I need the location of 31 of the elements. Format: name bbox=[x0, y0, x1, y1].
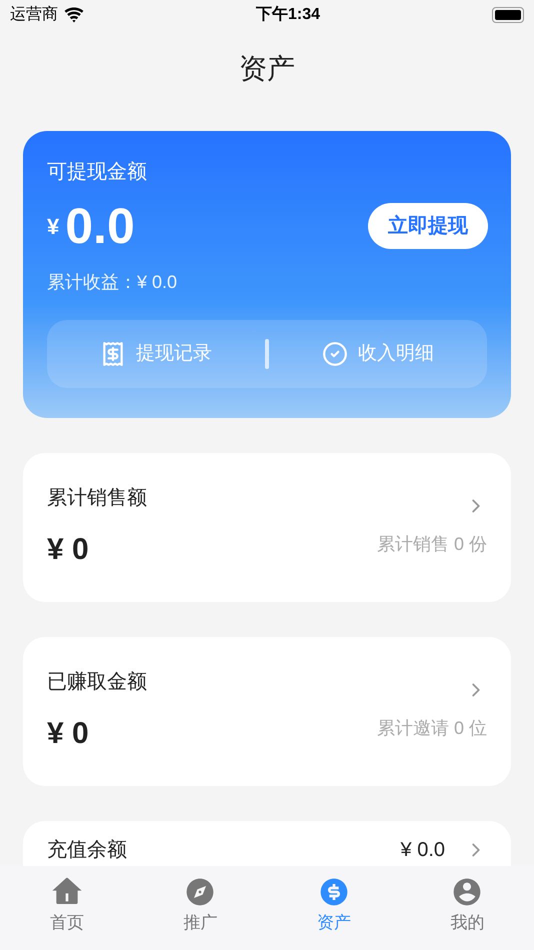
balance-label: 可提现金额 bbox=[47, 160, 148, 185]
compass-icon bbox=[184, 876, 216, 908]
recharge-card[interactable]: 充值余额 ¥ 0.0 bbox=[23, 821, 511, 866]
user-icon bbox=[451, 876, 484, 908]
status-time: 下午1:34 bbox=[256, 4, 320, 25]
dollar-icon bbox=[318, 876, 350, 908]
stat-value: ¥ 0 bbox=[47, 716, 89, 752]
stat-title: 累计销售额 bbox=[47, 486, 147, 511]
carrier-label: 运营商 bbox=[10, 4, 58, 25]
tab-item[interactable]: 资产 bbox=[267, 866, 400, 950]
currency-symbol: ¥ bbox=[47, 213, 60, 241]
balance-amount: 0.0 bbox=[65, 201, 135, 251]
stat-card[interactable]: 累计销售额 ¥ 0 累计销售 0 份 bbox=[23, 453, 511, 602]
battery-icon bbox=[492, 7, 524, 23]
check-circle-icon bbox=[322, 341, 348, 367]
tab-item[interactable]: 我的 bbox=[400, 866, 534, 950]
action-link[interactable]: 提现记录 bbox=[47, 340, 265, 368]
cumulative-earnings: 累计收益：¥ 0.0 bbox=[47, 271, 178, 294]
recharge-title: 充值余额 bbox=[47, 838, 127, 863]
stat-card[interactable]: 已赚取金额 ¥ 0 累计邀请 0 位 bbox=[23, 637, 511, 786]
wifi-icon bbox=[64, 5, 84, 25]
stat-note: 累计邀请 0 位 bbox=[376, 717, 487, 740]
tab-item[interactable]: 首页 bbox=[0, 866, 134, 950]
withdraw-button[interactable]: 立即提现 bbox=[368, 203, 488, 249]
tab-item[interactable]: 推广 bbox=[134, 866, 267, 950]
stat-title: 已赚取金额 bbox=[47, 670, 147, 695]
recharge-value: ¥ 0.0 bbox=[400, 838, 445, 863]
page-title: 资产 bbox=[239, 52, 295, 86]
stat-note: 累计销售 0 份 bbox=[376, 533, 487, 556]
stat-value: ¥ 0 bbox=[47, 532, 89, 568]
action-link[interactable]: 收入明细 bbox=[269, 340, 487, 368]
